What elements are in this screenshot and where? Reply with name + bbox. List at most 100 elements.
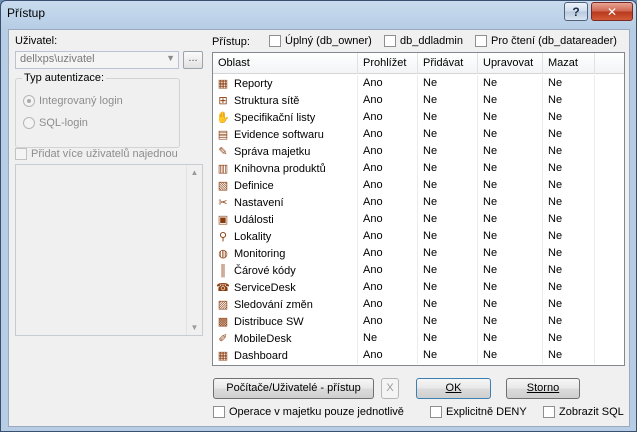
cancel-button[interactable]: Storno [506, 378, 580, 399]
table-row[interactable]: ☎ ServiceDesk Ano Ne Ne Ne [213, 279, 624, 296]
table-row[interactable]: ▤ Evidence softwaru Ano Ne Ne Ne [213, 126, 624, 143]
cell-edit[interactable]: Ne [478, 177, 543, 194]
cell-view[interactable]: Ano [358, 109, 418, 126]
cell-add[interactable]: Ne [418, 177, 478, 194]
auth-integrated-radio[interactable]: Integrovaný login [23, 95, 123, 107]
cell-view[interactable]: Ano [358, 194, 418, 211]
cell-add[interactable]: Ne [418, 262, 478, 279]
clear-button[interactable]: X [381, 378, 399, 399]
table-row[interactable]: ▩ Distribuce SW Ano Ne Ne Ne [213, 313, 624, 330]
cell-edit[interactable]: Ne [478, 245, 543, 262]
column-header-view[interactable]: Prohlížet [358, 53, 418, 74]
column-header-add[interactable]: Přidávat [418, 53, 478, 74]
cell-add[interactable]: Ne [418, 228, 478, 245]
cell-delete[interactable]: Ne [543, 194, 595, 211]
cell-delete[interactable]: Ne [543, 109, 595, 126]
table-row[interactable]: ◍ Monitoring Ano Ne Ne Ne [213, 245, 624, 262]
cell-delete[interactable]: Ne [543, 160, 595, 177]
scroll-down-icon[interactable]: ▼ [187, 320, 202, 335]
cell-add[interactable]: Ne [418, 160, 478, 177]
help-button[interactable]: ? [564, 2, 588, 21]
column-header-delete[interactable]: Mazat [543, 53, 595, 74]
table-row[interactable]: ✎ Správa majetku Ano Ne Ne Ne [213, 143, 624, 160]
cell-delete[interactable]: Ne [543, 177, 595, 194]
cell-view[interactable]: Ano [358, 228, 418, 245]
cell-add[interactable]: Ne [418, 279, 478, 296]
table-row[interactable]: ⚲ Lokality Ano Ne Ne Ne [213, 228, 624, 245]
show-sql-checkbox[interactable]: Zobrazit SQL [543, 406, 624, 418]
cell-add[interactable]: Ne [418, 92, 478, 109]
cell-delete[interactable]: Ne [543, 330, 595, 347]
cell-view[interactable]: Ano [358, 347, 418, 364]
cell-delete[interactable]: Ne [543, 296, 595, 313]
cell-add[interactable]: Ne [418, 126, 478, 143]
cell-view[interactable]: Ano [358, 160, 418, 177]
close-button[interactable]: ✕ [591, 2, 633, 21]
cell-view[interactable]: Ano [358, 245, 418, 262]
cell-view[interactable]: Ano [358, 262, 418, 279]
cell-view[interactable]: Ano [358, 211, 418, 228]
table-row[interactable]: ▦ Reporty Ano Ne Ne Ne [213, 75, 624, 92]
cell-add[interactable]: Ne [418, 313, 478, 330]
browse-user-button[interactable]: ... [183, 51, 203, 69]
cell-delete[interactable]: Ne [543, 126, 595, 143]
cell-view[interactable]: Ano [358, 279, 418, 296]
users-listbox[interactable]: ▲ ▼ [15, 164, 203, 336]
cell-add[interactable]: Ne [418, 109, 478, 126]
cell-view[interactable]: Ano [358, 313, 418, 330]
cell-edit[interactable]: Ne [478, 296, 543, 313]
table-row[interactable]: ✐ MobileDesk Ne Ne Ne Ne [213, 330, 624, 347]
cell-edit[interactable]: Ne [478, 194, 543, 211]
cell-delete[interactable]: Ne [543, 92, 595, 109]
table-row[interactable]: ⊞ Struktura sítě Ano Ne Ne Ne [213, 92, 624, 109]
cell-add[interactable]: Ne [418, 211, 478, 228]
auth-sql-radio[interactable]: SQL-login [23, 117, 88, 129]
cell-view[interactable]: Ne [358, 330, 418, 347]
role-db-ddladmin-checkbox[interactable]: db_ddladmin [384, 35, 463, 47]
cell-view[interactable]: Ano [358, 126, 418, 143]
cell-edit[interactable]: Ne [478, 313, 543, 330]
cell-view[interactable]: Ano [358, 92, 418, 109]
cell-delete[interactable]: Ne [543, 211, 595, 228]
table-row[interactable]: ║ Čárové kódy Ano Ne Ne Ne [213, 262, 624, 279]
user-combobox[interactable]: dellxps\uzivatel ▼ [15, 51, 179, 69]
cell-delete[interactable]: Ne [543, 313, 595, 330]
table-row[interactable]: ▥ Knihovna produktů Ano Ne Ne Ne [213, 160, 624, 177]
table-row[interactable]: ✂ Nastavení Ano Ne Ne Ne [213, 194, 624, 211]
cell-add[interactable]: Ne [418, 143, 478, 160]
cell-delete[interactable]: Ne [543, 228, 595, 245]
cell-add[interactable]: Ne [418, 330, 478, 347]
cell-delete[interactable]: Ne [543, 75, 595, 92]
cell-add[interactable]: Ne [418, 347, 478, 364]
scroll-up-icon[interactable]: ▲ [187, 165, 202, 180]
role-db-owner-checkbox[interactable]: Úplný (db_owner) [269, 35, 372, 47]
table-row[interactable]: ▦ Dashboard Ano Ne Ne Ne [213, 347, 624, 364]
titlebar[interactable]: Přístup ? ✕ [1, 1, 636, 27]
users-listbox-scrollbar[interactable]: ▲ ▼ [186, 165, 202, 335]
table-row[interactable]: ✋ Specifikační listy Ano Ne Ne Ne [213, 109, 624, 126]
cell-edit[interactable]: Ne [478, 126, 543, 143]
cell-edit[interactable]: Ne [478, 330, 543, 347]
cell-add[interactable]: Ne [418, 296, 478, 313]
table-row[interactable]: ▨ Sledování změn Ano Ne Ne Ne [213, 296, 624, 313]
cell-edit[interactable]: Ne [478, 109, 543, 126]
ok-button[interactable]: OK [416, 378, 491, 399]
cell-delete[interactable]: Ne [543, 279, 595, 296]
cell-edit[interactable]: Ne [478, 228, 543, 245]
computers-users-access-button[interactable]: Počítače/Uživatelé - přístup [213, 378, 374, 399]
cell-view[interactable]: Ano [358, 296, 418, 313]
add-multiple-users-checkbox[interactable]: Přidat více uživatelů najednou [15, 148, 178, 160]
cell-edit[interactable]: Ne [478, 211, 543, 228]
cell-edit[interactable]: Ne [478, 160, 543, 177]
cell-delete[interactable]: Ne [543, 347, 595, 364]
cell-edit[interactable]: Ne [478, 92, 543, 109]
cell-add[interactable]: Ne [418, 245, 478, 262]
single-asset-ops-checkbox[interactable]: Operace v majetku pouze jednotlivě [213, 406, 404, 418]
table-row[interactable]: ▧ Definice Ano Ne Ne Ne [213, 177, 624, 194]
cell-delete[interactable]: Ne [543, 143, 595, 160]
column-header-edit[interactable]: Upravovat [478, 53, 543, 74]
cell-add[interactable]: Ne [418, 194, 478, 211]
cell-edit[interactable]: Ne [478, 347, 543, 364]
cell-edit[interactable]: Ne [478, 75, 543, 92]
cell-view[interactable]: Ano [358, 143, 418, 160]
